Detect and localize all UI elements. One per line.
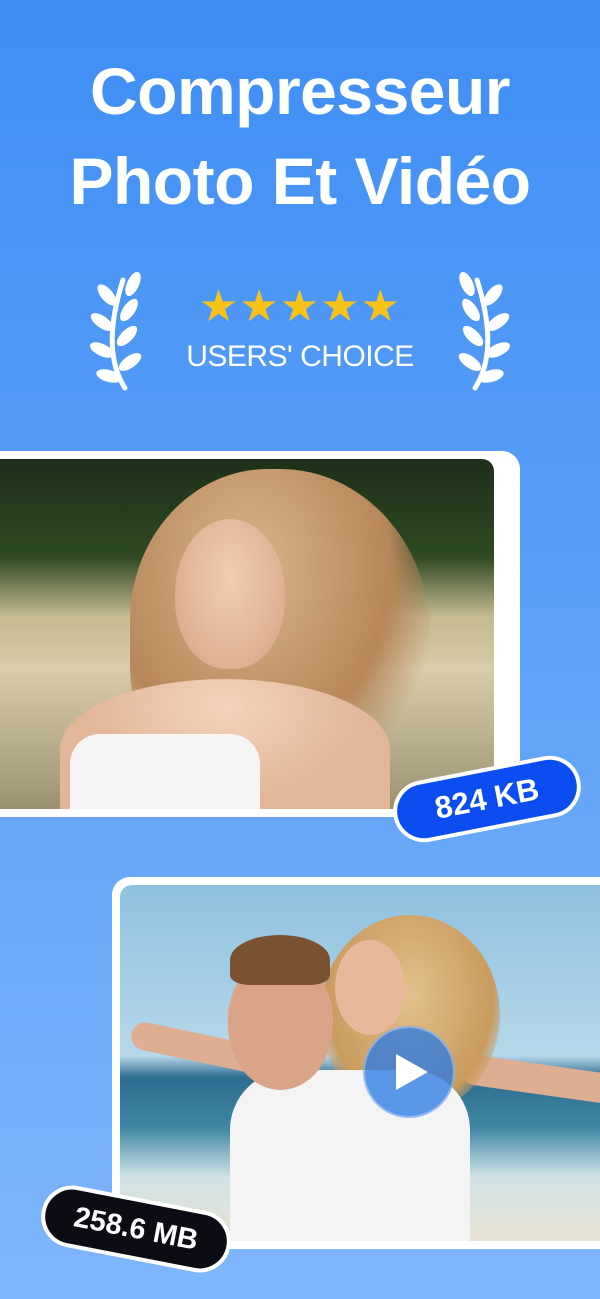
photo-woman-field [0,459,494,809]
users-choice-award: ★★★★★ [80,270,520,395]
headline: Compresseur Photo Et Vidéo [0,46,600,226]
video-thumbnail-beach [120,885,600,1241]
photo-face [175,519,285,669]
award-label: USERS' CHOICE [186,340,414,373]
video-card [112,877,600,1249]
thumbnail-hair-man [230,935,330,985]
thumbnail-face-woman [335,940,405,1035]
headline-line-1: Compresseur [90,54,511,128]
photo-blouse [70,734,260,809]
play-button[interactable] [363,1026,455,1118]
headline-line-2: Photo Et Vidéo [69,144,531,218]
laurel-right-icon [458,271,511,391]
photo-card [0,451,520,817]
play-icon [396,1054,428,1090]
star-icon: ★★★★★ [198,282,402,331]
